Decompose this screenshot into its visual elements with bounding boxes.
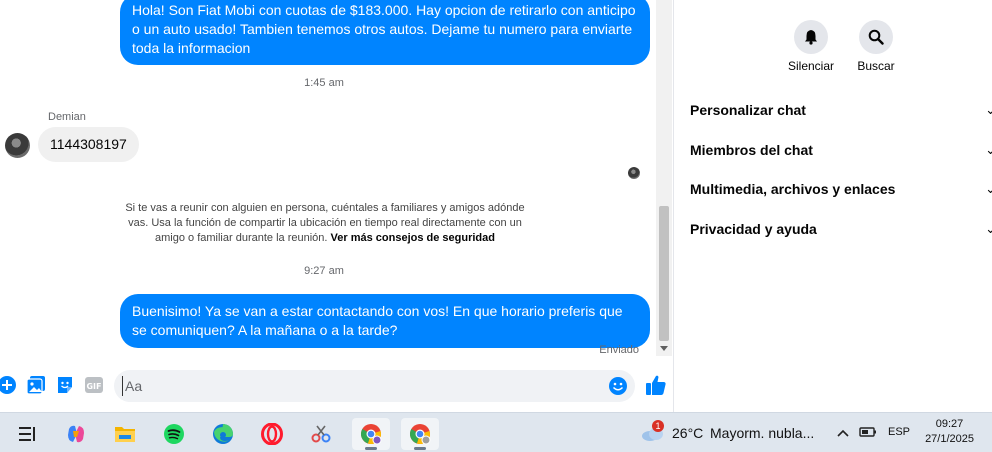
notification-badge: 1 (652, 420, 664, 432)
safety-notice: Si te vas a reunir con alguien en person… (120, 201, 530, 246)
messenger-window: Hola! Son Fiat Mobi con cuotas de $183.0… (0, 0, 992, 412)
add-plus-icon[interactable] (0, 375, 17, 395)
system-clock[interactable]: 09:27 27/1/2025 (925, 417, 974, 447)
menu-chat-members[interactable]: Miembros del chat ⌄ (690, 142, 992, 158)
weather-temperature: 26°C (672, 425, 704, 441)
chrome-profile-2-icon[interactable] (401, 418, 439, 450)
menu-media-files-links[interactable]: Multimedia, archivos y enlaces ⌄ (690, 181, 992, 197)
copilot-icon[interactable] (57, 418, 95, 450)
scrollbar-thumb[interactable] (659, 206, 669, 341)
windows-taskbar: 1 26°C Mayorm. nubla... ESP 09:27 27/1/2… (0, 412, 992, 452)
photo-icon[interactable] (26, 375, 46, 395)
emoji-icon[interactable] (608, 376, 628, 396)
sender-name: Demian (48, 111, 86, 123)
message-status: Enviado (599, 344, 639, 356)
message-text: Hola! Son Fiat Mobi con cuotas de $183.0… (132, 2, 636, 56)
timestamp: 9:27 am (304, 265, 344, 277)
show-hidden-icons-chevron-icon[interactable] (836, 425, 850, 443)
like-thumb-icon[interactable] (645, 374, 667, 396)
timestamp: 1:45 am (304, 77, 344, 89)
message-composer: GIF (0, 366, 674, 406)
mute-label: Silenciar (787, 59, 835, 73)
outgoing-message[interactable]: Hola! Son Fiat Mobi con cuotas de $183.0… (120, 0, 650, 65)
search-label: Buscar (857, 59, 895, 73)
chat-details-panel: Silenciar Buscar Personalizar chat ⌄ Mie… (675, 0, 992, 412)
menu-privacy-help[interactable]: Privacidad y ayuda ⌄ (690, 221, 992, 237)
chat-scrollbar[interactable] (656, 0, 672, 356)
message-text: Buenisimo! Ya se van a estar contactando… (132, 303, 623, 338)
menu-label: Privacidad y ayuda (690, 221, 817, 237)
chevron-down-icon: ⌄ (985, 181, 992, 196)
chevron-down-icon: ⌄ (985, 142, 992, 157)
task-view-icon[interactable] (8, 418, 46, 450)
safety-tips-link[interactable]: Ver más consejos de seguridad (331, 232, 495, 244)
message-input[interactable] (122, 376, 592, 396)
edge-browser-icon[interactable] (204, 418, 242, 450)
clock-time: 09:27 (935, 418, 964, 430)
chrome-profile-1-icon[interactable] (352, 418, 390, 450)
file-explorer-icon[interactable] (106, 418, 144, 450)
menu-label: Multimedia, archivos y enlaces (690, 181, 896, 197)
sticker-icon[interactable] (55, 375, 75, 395)
chevron-down-icon: ⌄ (985, 102, 992, 117)
mute-action[interactable]: Silenciar (781, 20, 841, 73)
spotify-icon[interactable] (155, 418, 193, 450)
contact-avatar[interactable] (5, 133, 30, 158)
menu-customize-chat[interactable]: Personalizar chat ⌄ (690, 102, 992, 118)
message-text: 1144308197 (50, 136, 127, 152)
svg-text:GIF: GIF (86, 382, 101, 391)
clock-date: 27/1/2025 (925, 433, 974, 445)
message-input-box[interactable] (114, 370, 635, 402)
battery-power-icon[interactable] (859, 425, 877, 444)
outgoing-message[interactable]: Buenisimo! Ya se van a estar contactando… (120, 294, 650, 348)
opera-icon[interactable] (253, 418, 291, 450)
menu-label: Personalizar chat (690, 102, 806, 118)
scroll-down-arrow-icon[interactable] (660, 346, 668, 351)
chat-panel: Hola! Son Fiat Mobi con cuotas de $183.0… (0, 0, 674, 412)
weather-description: Mayorm. nubla... (710, 425, 815, 441)
search-action[interactable]: Buscar (846, 20, 906, 73)
chevron-down-icon: ⌄ (985, 221, 992, 236)
menu-label: Miembros del chat (690, 142, 813, 158)
search-icon[interactable] (859, 20, 893, 54)
read-receipt-avatar (628, 167, 640, 179)
snipping-tool-icon[interactable] (302, 418, 340, 450)
gif-icon[interactable]: GIF (84, 375, 104, 395)
incoming-message[interactable]: 1144308197 (38, 127, 139, 162)
weather-widget[interactable]: 1 26°C Mayorm. nubla... (638, 420, 828, 446)
bell-icon[interactable] (794, 20, 828, 54)
language-indicator[interactable]: ESP (888, 426, 910, 438)
